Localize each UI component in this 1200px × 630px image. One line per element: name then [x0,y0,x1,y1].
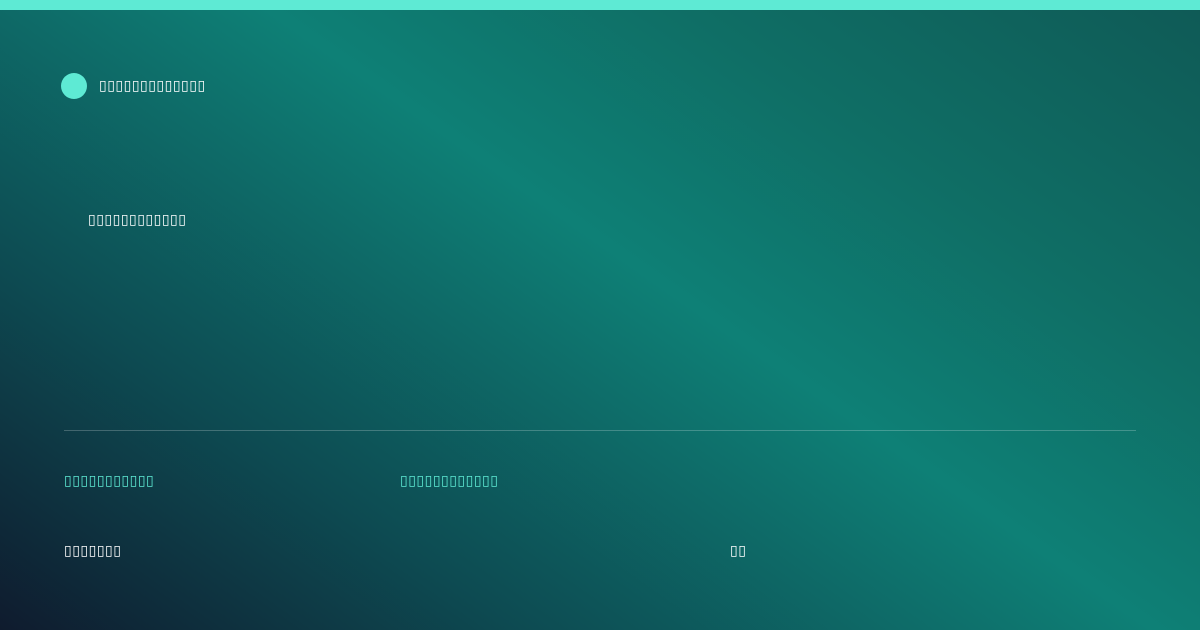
footer-text-right: ▯▯ [730,543,747,559]
top-accent-bar [0,0,1200,10]
brand-logo-dot [61,73,87,99]
meta-label-left: ▯▯▯▯▯▯▯▯▯▯▯ [64,473,155,489]
brand-name: ▯▯▯▯▯▯▯▯▯▯▯▯▯ [99,78,206,94]
footer-text-left: ▯▯▯▯▯▯▯ [64,543,122,559]
divider [64,430,1136,431]
brand: ▯▯▯▯▯▯▯▯▯▯▯▯▯ [61,73,206,99]
headline: ▯▯▯▯▯▯▯▯▯▯▯▯ [88,212,187,228]
meta-label-middle: ▯▯▯▯▯▯▯▯▯▯▯▯ [400,473,499,489]
